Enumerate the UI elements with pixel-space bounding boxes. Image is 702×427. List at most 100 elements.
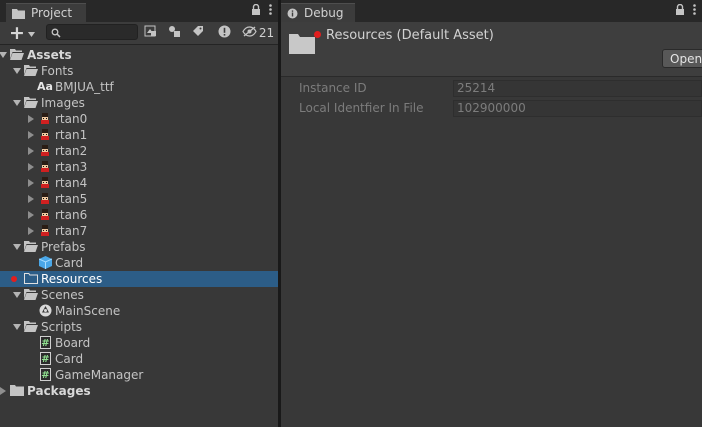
expand-arrow-down-icon[interactable] bbox=[12, 66, 22, 76]
font-icon: Aa bbox=[37, 80, 53, 93]
tree-row[interactable]: rtan4 bbox=[0, 175, 278, 191]
folder-empty-icon bbox=[24, 272, 38, 285]
asset-title: Resources (Default Asset) bbox=[326, 28, 494, 43]
folder-open-icon bbox=[10, 48, 24, 61]
expand-arrow-down-icon[interactable] bbox=[12, 290, 22, 300]
dirty-marker bbox=[11, 276, 17, 282]
chevron-down-icon bbox=[27, 26, 35, 40]
tree-row[interactable]: # Board bbox=[0, 335, 278, 351]
script-icon: # bbox=[38, 368, 52, 381]
inspector-header: Resources (Default Asset) Open bbox=[281, 22, 702, 77]
tree-row-label: Images bbox=[41, 96, 85, 110]
field-instance-id: Instance ID 25214 bbox=[281, 78, 702, 98]
tree-row-label: rtan0 bbox=[55, 112, 88, 126]
expand-arrow-right-icon[interactable] bbox=[26, 130, 36, 140]
sprite-icon bbox=[38, 192, 52, 205]
tree-row[interactable]: Resources bbox=[0, 271, 278, 287]
expand-arrow-down-icon[interactable] bbox=[12, 322, 22, 332]
hidden-packages-toggle[interactable]: 21 bbox=[241, 23, 275, 42]
expand-arrow-right-icon[interactable] bbox=[26, 114, 36, 124]
tab-debug-label: Debug bbox=[304, 6, 344, 20]
alert-icon bbox=[218, 25, 231, 41]
expand-arrow-down-icon[interactable] bbox=[12, 242, 22, 252]
svg-text:#: # bbox=[41, 338, 49, 349]
tree-row[interactable]: rtan1 bbox=[0, 127, 278, 143]
tree-row[interactable]: Prefabs bbox=[0, 239, 278, 255]
expand-arrow-right-icon[interactable] bbox=[26, 146, 36, 156]
tab-project[interactable]: Project bbox=[6, 3, 86, 22]
tree-row[interactable]: Aa BMJUA_ttf bbox=[0, 79, 278, 95]
filter-type-button[interactable] bbox=[165, 23, 183, 42]
tree-row-label: rtan2 bbox=[55, 144, 88, 158]
tree-row[interactable]: rtan6 bbox=[0, 207, 278, 223]
kebab-menu-icon[interactable] bbox=[693, 4, 696, 18]
tree-row-label: Scripts bbox=[41, 320, 83, 334]
instance-id-value: 25214 bbox=[453, 80, 702, 97]
expand-arrow-down-icon[interactable] bbox=[0, 50, 8, 60]
tree-row-label: rtan4 bbox=[55, 176, 88, 190]
kebab-menu-icon[interactable] bbox=[269, 4, 272, 18]
expand-arrow-right-icon[interactable] bbox=[0, 386, 8, 396]
folder-icon bbox=[10, 384, 24, 397]
tree-row[interactable]: Scripts bbox=[0, 319, 278, 335]
log-filter-button[interactable] bbox=[215, 23, 233, 42]
debug-inspector-panel: Debug Resources (Default Asset) Open Ins… bbox=[281, 0, 702, 427]
tree-row[interactable]: rtan2 bbox=[0, 143, 278, 159]
tree-row[interactable]: # Card bbox=[0, 351, 278, 367]
eye-slash-icon bbox=[242, 25, 257, 40]
tab-debug[interactable]: Debug bbox=[281, 3, 355, 22]
tree-row-label: MainScene bbox=[55, 304, 121, 318]
script-icon: # bbox=[38, 352, 52, 365]
folder-icon bbox=[12, 8, 25, 19]
tree-row-label: Assets bbox=[27, 48, 72, 62]
sprite-icon bbox=[38, 112, 52, 125]
sprite-icon bbox=[38, 128, 52, 141]
tree-row[interactable]: Card bbox=[0, 255, 278, 271]
dirty-marker bbox=[314, 31, 321, 38]
info-icon bbox=[287, 8, 298, 19]
local-identifier-value: 102900000 bbox=[453, 100, 702, 117]
tree-row[interactable]: rtan7 bbox=[0, 223, 278, 239]
create-button[interactable]: + bbox=[6, 23, 38, 42]
tree-row[interactable]: # GameManager bbox=[0, 367, 278, 383]
tree-row[interactable]: rtan0 bbox=[0, 111, 278, 127]
tree-row[interactable]: Scenes bbox=[0, 287, 278, 303]
prefab-icon bbox=[38, 256, 52, 269]
sprite-icon bbox=[38, 160, 52, 173]
tree-row-label: BMJUA_ttf bbox=[55, 80, 114, 94]
tree-row-label: rtan3 bbox=[55, 160, 88, 174]
plus-icon: + bbox=[9, 21, 25, 44]
search-by-type-button[interactable] bbox=[141, 23, 159, 42]
open-button[interactable]: Open bbox=[662, 49, 702, 68]
expand-arrow-down-icon[interactable] bbox=[12, 98, 22, 108]
svg-text:#: # bbox=[41, 354, 49, 365]
filter-label-button[interactable] bbox=[189, 23, 207, 42]
tree-row[interactable]: Assets bbox=[0, 47, 278, 63]
search-field[interactable] bbox=[46, 24, 138, 40]
sprite-icon bbox=[38, 176, 52, 189]
tree-row[interactable]: Fonts bbox=[0, 63, 278, 79]
expand-arrow-right-icon[interactable] bbox=[26, 210, 36, 220]
expand-arrow-right-icon[interactable] bbox=[26, 194, 36, 204]
tree-row[interactable]: Images bbox=[0, 95, 278, 111]
expand-arrow-right-icon[interactable] bbox=[26, 226, 36, 236]
script-icon: # bbox=[38, 336, 52, 349]
lock-icon[interactable] bbox=[675, 3, 685, 18]
folder-open-icon bbox=[24, 320, 38, 333]
sprite-icon bbox=[38, 208, 52, 221]
folder-open-icon bbox=[24, 96, 38, 109]
search-input[interactable] bbox=[63, 25, 133, 39]
expand-arrow-right-icon[interactable] bbox=[26, 178, 36, 188]
tree-row[interactable]: rtan5 bbox=[0, 191, 278, 207]
sprite-icon bbox=[38, 224, 52, 237]
lock-icon[interactable] bbox=[251, 3, 261, 18]
tree-row[interactable]: MainScene bbox=[0, 303, 278, 319]
project-toolbar: + 21 bbox=[0, 22, 278, 45]
svg-text:#: # bbox=[41, 370, 49, 381]
tree-row[interactable]: rtan3 bbox=[0, 159, 278, 175]
search-icon bbox=[51, 27, 61, 41]
expand-arrow-right-icon[interactable] bbox=[26, 162, 36, 172]
folder-open-icon bbox=[24, 64, 38, 77]
tree-row[interactable]: Packages bbox=[0, 383, 278, 399]
tree-row-label: Card bbox=[55, 256, 84, 270]
